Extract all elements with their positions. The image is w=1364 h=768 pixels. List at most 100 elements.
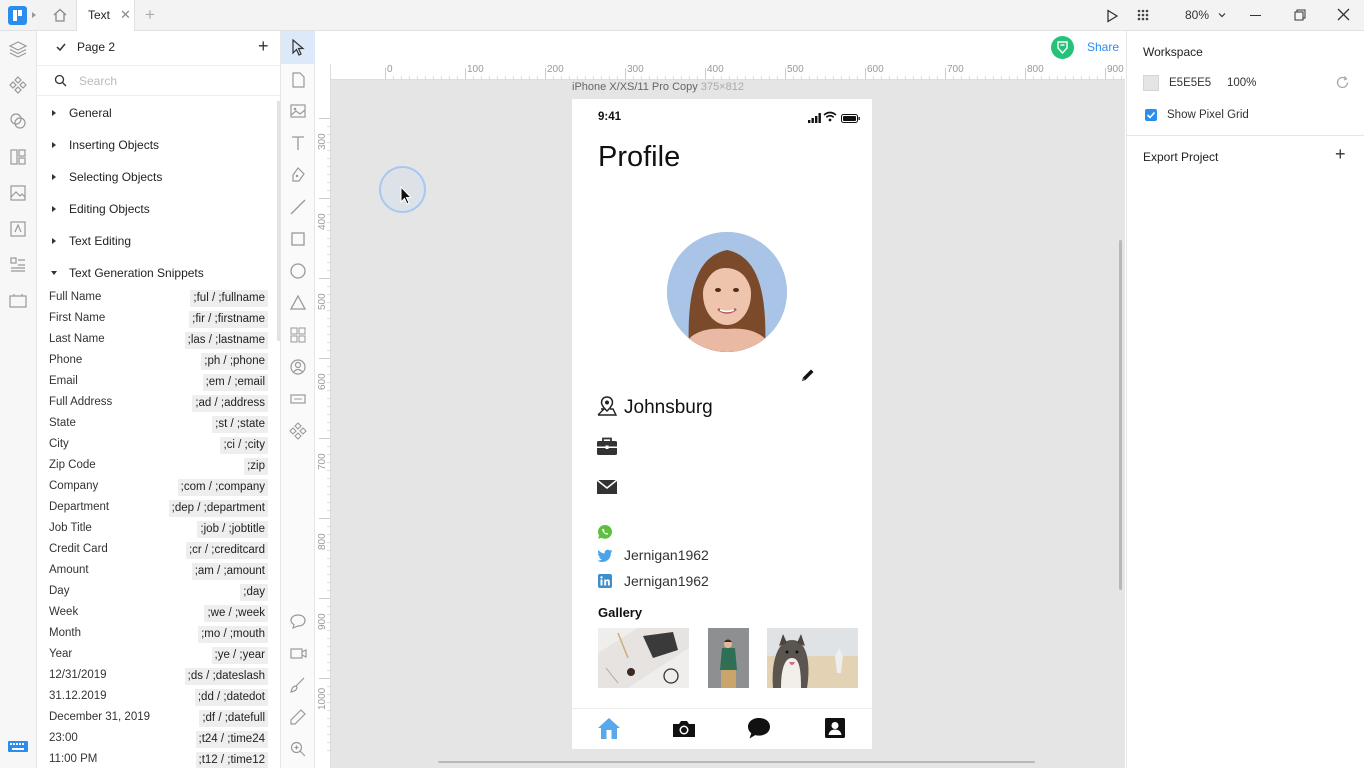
- snippet-row[interactable]: First Name ;fir / ;firstname: [37, 309, 280, 330]
- canvas-vertical-scrollbar[interactable]: [1119, 240, 1122, 590]
- section-editing-objects[interactable]: Editing Objects: [37, 193, 280, 225]
- phone-artboard[interactable]: 9:41 Profile Johnsburg Jernigan1962 Jern…: [572, 99, 872, 749]
- page-selector[interactable]: Page 2 +: [37, 31, 280, 63]
- zoom-level[interactable]: 80%: [1185, 8, 1209, 22]
- icons-library-icon[interactable]: [8, 219, 28, 239]
- snippet-name: Company: [49, 480, 99, 492]
- snippet-row[interactable]: December 31, 2019 ;df / ;datefull: [37, 708, 280, 729]
- comment-tool-icon[interactable]: [288, 611, 308, 631]
- app-logo-icon[interactable]: [8, 6, 27, 25]
- section-general[interactable]: General: [37, 97, 280, 129]
- close-tab-icon[interactable]: ✕: [120, 7, 131, 23]
- artboard-label[interactable]: iPhone X/XS/11 Pro Copy 375×812: [572, 81, 744, 93]
- add-page-icon[interactable]: +: [258, 36, 269, 57]
- snippet-row[interactable]: Full Name ;ful / ;fullname: [37, 288, 280, 309]
- snippet-row[interactable]: Week ;we / ;week: [37, 603, 280, 624]
- keyboard-shortcuts-icon[interactable]: [8, 741, 28, 752]
- rectangle-tool-icon[interactable]: [288, 229, 308, 249]
- snippet-row[interactable]: Company ;com / ;company: [37, 477, 280, 498]
- record-tool-icon[interactable]: [288, 643, 308, 663]
- layers-icon[interactable]: [8, 39, 28, 59]
- ellipse-tool-icon[interactable]: [288, 261, 308, 281]
- text-styles-icon[interactable]: [8, 255, 28, 275]
- snippet-row[interactable]: Month ;mo / ;mouth: [37, 624, 280, 645]
- snippet-row[interactable]: Job Title ;job / ;jobtitle: [37, 519, 280, 540]
- preview-play-icon[interactable]: [1106, 9, 1119, 23]
- select-tool[interactable]: [281, 31, 315, 64]
- snippet-row[interactable]: Amount ;am / ;amount: [37, 561, 280, 582]
- reset-color-icon[interactable]: [1335, 75, 1350, 90]
- artboard-tool-icon[interactable]: [288, 70, 308, 90]
- devices-icon[interactable]: [8, 291, 28, 311]
- export-add-icon[interactable]: +: [1335, 144, 1346, 165]
- section-inserting-objects[interactable]: Inserting Objects: [37, 129, 280, 161]
- snippet-row[interactable]: Phone ;ph / ;phone: [37, 351, 280, 372]
- component-tool-icon[interactable]: [288, 421, 308, 441]
- document-tab[interactable]: Text ✕: [76, 0, 135, 31]
- section-selecting-objects[interactable]: Selecting Objects: [37, 161, 280, 193]
- snippet-row[interactable]: 31.12.2019 ;dd / ;datedot: [37, 687, 280, 708]
- snippet-row[interactable]: Zip Code ;zip: [37, 456, 280, 477]
- ruler-minor-tick: [327, 670, 330, 671]
- pencil-tool-icon[interactable]: [288, 707, 308, 727]
- snippet-code: ;fir / ;firstname: [189, 311, 268, 328]
- export-project-label[interactable]: Export Project: [1143, 150, 1218, 164]
- search-input[interactable]: Search: [79, 74, 117, 88]
- image-tool-icon[interactable]: [288, 101, 308, 121]
- gallery-photo-person[interactable]: [708, 628, 749, 688]
- share-avatar-icon[interactable]: [1051, 36, 1074, 59]
- snippet-row[interactable]: Day ;day: [37, 582, 280, 603]
- snippet-row[interactable]: City ;ci / ;city: [37, 435, 280, 456]
- gallery-photo-desk[interactable]: [598, 628, 689, 688]
- ruler-minor-tick: [825, 76, 826, 79]
- text-tool-icon[interactable]: [288, 133, 308, 153]
- new-tab-icon[interactable]: +: [145, 5, 155, 25]
- gallery-photo-dog[interactable]: [767, 628, 858, 688]
- workspace-color-swatch[interactable]: [1143, 75, 1159, 91]
- snippet-row[interactable]: Department ;dep / ;department: [37, 498, 280, 519]
- snippet-row[interactable]: 12/31/2019 ;ds / ;dateslash: [37, 666, 280, 687]
- styles-icon[interactable]: [8, 111, 28, 131]
- avatar-tool-icon[interactable]: [288, 357, 308, 377]
- widget-tool-icon[interactable]: [288, 389, 308, 409]
- section-text-editing[interactable]: Text Editing: [37, 225, 280, 257]
- grid-tool-icon[interactable]: [288, 325, 308, 345]
- components-icon[interactable]: [8, 75, 28, 95]
- home-tab-icon[interactable]: [597, 717, 621, 740]
- ui-kits-icon[interactable]: [8, 147, 28, 167]
- close-window-icon[interactable]: [1337, 8, 1350, 21]
- messages-tab-icon[interactable]: [747, 717, 771, 740]
- camera-tab-icon[interactable]: [672, 719, 696, 739]
- profile-tab-icon[interactable]: [824, 717, 846, 739]
- left-panel-scrollbar[interactable]: [277, 101, 280, 341]
- snippet-row[interactable]: Email ;em / ;email: [37, 372, 280, 393]
- snippet-row[interactable]: State ;st / ;state: [37, 414, 280, 435]
- home-icon[interactable]: [52, 7, 68, 23]
- snippet-row[interactable]: 11:00 PM ;t12 / ;time12: [37, 750, 280, 768]
- snippet-row[interactable]: 23:00 ;t24 / ;time24: [37, 729, 280, 750]
- share-button[interactable]: Share: [1087, 40, 1119, 54]
- zoom-tool-icon[interactable]: [288, 739, 308, 759]
- snippet-row[interactable]: Full Address ;ad / ;address: [37, 393, 280, 414]
- edit-avatar-pencil-icon[interactable]: [800, 367, 816, 383]
- workspace-opacity[interactable]: 100%: [1227, 77, 1256, 89]
- show-pixel-grid-checkbox[interactable]: [1145, 109, 1157, 121]
- logo-menu-caret-icon[interactable]: [32, 12, 36, 18]
- snippet-row[interactable]: Year ;ye / ;year: [37, 645, 280, 666]
- canvas-horizontal-scrollbar[interactable]: [438, 761, 1035, 763]
- ruler-tick: [1025, 68, 1026, 79]
- search-box[interactable]: Search: [37, 65, 280, 96]
- line-tool-icon[interactable]: [288, 197, 308, 217]
- zoom-dropdown-icon[interactable]: [1217, 9, 1227, 19]
- brush-tool-icon[interactable]: [288, 675, 308, 695]
- pen-tool-icon[interactable]: [288, 165, 308, 185]
- minimize-icon[interactable]: [1250, 15, 1261, 16]
- images-icon[interactable]: [8, 183, 28, 203]
- restore-icon[interactable]: [1294, 9, 1306, 21]
- apps-grid-icon[interactable]: [1137, 9, 1149, 21]
- workspace-color-hex[interactable]: E5E5E5: [1169, 77, 1211, 89]
- snippet-row[interactable]: Credit Card ;cr / ;creditcard: [37, 540, 280, 561]
- snippet-row[interactable]: Last Name ;las / ;lastname: [37, 330, 280, 351]
- triangle-tool-icon[interactable]: [288, 293, 308, 313]
- section-text-generation-snippets[interactable]: Text Generation Snippets: [37, 257, 280, 289]
